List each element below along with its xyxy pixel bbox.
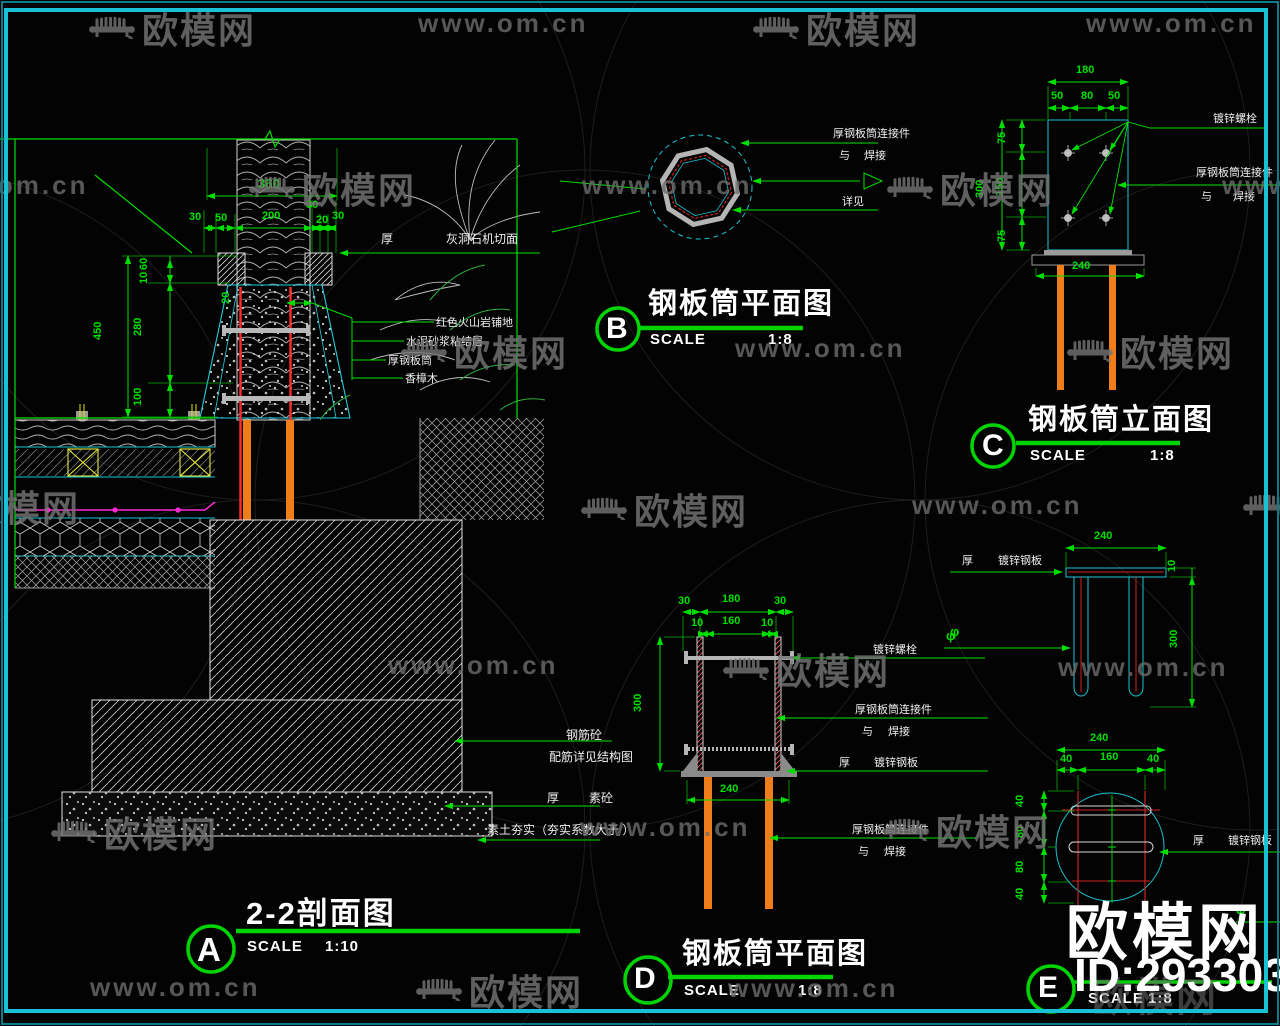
- c-dim-150: 150: [994, 177, 1006, 196]
- label-compacted-soil: 素土夯实（夯实系数大于 ）: [487, 823, 635, 837]
- d-dim-300: 300: [632, 693, 644, 712]
- label-reinforced-concrete: 钢筋砼: [566, 728, 603, 742]
- dim-450: 450: [92, 321, 104, 340]
- d-dim-180: 180: [722, 593, 741, 605]
- section-a: [0, 129, 612, 844]
- bubble-b: B: [606, 312, 628, 345]
- d-dim-10a: 10: [691, 617, 704, 629]
- et-dim-10: 10: [1166, 559, 1178, 572]
- d-label-connector-2: 厚钢板筒连接件: [852, 824, 929, 836]
- d-label-plate: 镀锌钢板: [874, 757, 918, 769]
- d-label-connector: 厚钢板筒连接件: [855, 704, 932, 716]
- et-label-thickness: 厚: [962, 555, 973, 567]
- scale-label-b: SCALE: [650, 331, 706, 348]
- eb-label-plate: 镀锌钢板: [1228, 835, 1272, 847]
- c-dim-300: 300: [974, 179, 986, 198]
- label-lava-rock: 红色火山岩铺地: [436, 317, 513, 329]
- label-camphor-wood: 香樟木: [405, 373, 438, 385]
- c-dim-75b: 75: [996, 229, 1008, 242]
- scale-label-c: SCALE: [1030, 447, 1086, 464]
- c-dim-240: 240: [1072, 260, 1091, 272]
- title-c: 钢板筒立面图: [1028, 404, 1215, 436]
- dim-30a: 30: [189, 211, 202, 223]
- label-travertine: 灰洞石机切面: [446, 232, 519, 246]
- scale-value-b: 1:8: [768, 331, 793, 348]
- label-steel-cylinder: 厚钢板筒: [388, 355, 432, 367]
- eb-dim-40b: 40: [1147, 753, 1160, 765]
- scale-value-d: 1:8: [798, 982, 823, 999]
- dim-50: 50: [215, 212, 228, 224]
- dim-20b: 20: [220, 291, 232, 304]
- c-dim-180: 180: [1076, 64, 1095, 76]
- label-plain-concrete: 素砼: [589, 791, 614, 805]
- cad-linework: [0, 78, 1280, 1014]
- bubble-e: E: [1038, 971, 1059, 1004]
- c-label-bolt: 镀锌螺栓: [1213, 113, 1257, 125]
- b-label-weld: 焊接: [864, 150, 886, 162]
- dim-200: 200: [262, 210, 281, 222]
- dim-360: 360: [258, 176, 280, 191]
- cad-canvas: 360 30 50 200 30 20 30 60 10 450 280 100…: [0, 0, 1280, 1026]
- c-dim-80: 80: [1081, 90, 1094, 102]
- dim-60: 60: [138, 257, 150, 270]
- et-dim-240: 240: [1094, 530, 1113, 542]
- scale-value-c: 1:8: [1150, 447, 1175, 464]
- d-dim-10b: 10: [761, 617, 774, 629]
- detail-e-elevation: [946, 544, 1196, 708]
- dim-20a: 20: [316, 214, 329, 226]
- title-b: 钢板筒平面图: [648, 288, 835, 320]
- label-thickness: 厚: [381, 232, 394, 246]
- scale-label-a: SCALE: [247, 938, 303, 955]
- title-a: 2-2剖面图: [246, 896, 396, 931]
- c-label-weld: 焊接: [1233, 191, 1255, 203]
- dim-100: 100: [132, 387, 144, 406]
- d-label-with-2: 与: [858, 846, 869, 858]
- d-dim-30a: 30: [678, 595, 691, 607]
- detail-d: [656, 608, 990, 909]
- eb-dim-40a: 40: [1060, 753, 1073, 765]
- d-label-weld: 焊接: [888, 726, 910, 738]
- et-label-plate: 镀锌钢板: [998, 555, 1042, 567]
- dim-280: 280: [132, 317, 144, 336]
- detail-c: [998, 78, 1280, 390]
- b-label-see-detail: 详见: [842, 196, 864, 208]
- label-mortar: 水泥砂浆粘结层: [406, 336, 483, 348]
- eb-dim-40d: 40: [1014, 887, 1026, 900]
- eb-dim-80b: 80: [1014, 860, 1026, 873]
- d-label-with: 与: [862, 726, 873, 738]
- d-label-weld-2: 焊接: [884, 846, 906, 858]
- bubble-a: A: [197, 931, 221, 968]
- dim-10: 10: [138, 271, 150, 284]
- et-dim-300: 300: [1168, 629, 1180, 648]
- b-label-connector: 厚钢板筒连接件: [833, 128, 910, 140]
- detail-b: [551, 134, 884, 240]
- d-dim-240: 240: [720, 783, 739, 795]
- dim-30b: 30: [306, 199, 319, 211]
- eb-dim-80a: 80: [1014, 825, 1026, 838]
- title-d: 钢板筒平面图: [682, 938, 869, 970]
- c-dim-50b: 50: [1108, 90, 1121, 102]
- d-label-bolt: 镀锌螺栓: [873, 644, 917, 656]
- label-rebar-note: 配筋详见结构图: [549, 750, 634, 764]
- d-label-thickness: 厚: [839, 757, 850, 769]
- label-thickness-2: 厚: [547, 791, 560, 805]
- d-dim-30b: 30: [774, 595, 787, 607]
- dim-30c: 30: [332, 210, 345, 222]
- d-dim-160: 160: [722, 615, 741, 627]
- b-label-with: 与: [839, 150, 850, 162]
- c-label-with: 与: [1201, 191, 1212, 203]
- eb-dim-160: 160: [1100, 751, 1119, 763]
- c-dim-75a: 75: [996, 131, 1008, 144]
- eb-label-thickness: 厚: [1193, 835, 1204, 847]
- eb-dim-40c: 40: [1014, 794, 1026, 807]
- bubble-d: D: [634, 962, 656, 995]
- bubble-c: C: [982, 429, 1004, 462]
- et-label-phi: φ: [950, 624, 960, 639]
- model-id: ID:2933034: [1074, 949, 1280, 1001]
- scale-value-a: 1:10: [325, 938, 360, 955]
- eb-dim-240: 240: [1090, 732, 1109, 744]
- scale-label-d: SCALE: [684, 982, 740, 999]
- c-dim-50a: 50: [1051, 90, 1064, 102]
- c-label-connector: 厚钢板筒连接件: [1196, 167, 1273, 179]
